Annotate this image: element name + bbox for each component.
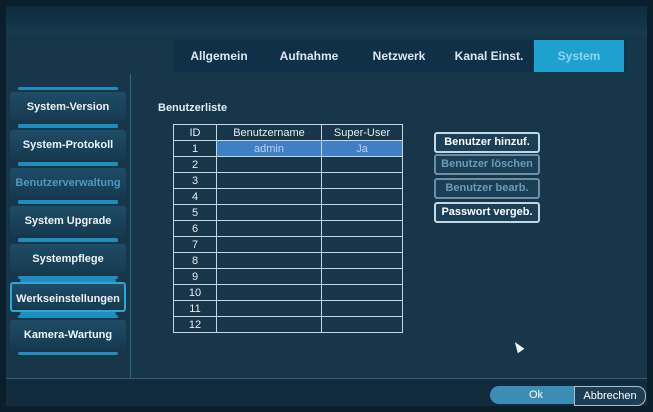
table-row[interactable]: 3 <box>173 172 403 189</box>
tab-netzwerk[interactable]: Netzwerk <box>354 40 444 72</box>
cell-id: 10 <box>173 284 217 301</box>
cell-super-user <box>321 220 403 237</box>
table-row[interactable]: 9 <box>173 268 403 285</box>
table-row[interactable]: 11 <box>173 300 403 317</box>
cell-super-user <box>321 204 403 221</box>
cell-username <box>216 300 322 317</box>
cancel-button[interactable]: Abbrechen <box>574 386 646 406</box>
cell-username <box>216 252 322 269</box>
user-list-title: Benutzerliste <box>158 102 228 114</box>
table-header-row: ID Benutzername Super-User <box>173 124 403 141</box>
cell-username <box>216 316 322 333</box>
cell-id: 8 <box>173 252 217 269</box>
sidebar-item-systempflege[interactable]: Systempflege <box>10 239 126 279</box>
cell-super-user: Ja <box>321 140 403 157</box>
user-table: ID Benutzername Super-User 1 admin Ja 2 3 … <box>173 124 403 333</box>
cell-id: 6 <box>173 220 217 237</box>
table-row[interactable]: 8 <box>173 252 403 269</box>
table-row[interactable]: 7 <box>173 236 403 253</box>
sidebar-item-werkseinstellungen[interactable]: Werkseinstellungen <box>10 279 126 315</box>
cell-super-user <box>321 300 403 317</box>
table-row[interactable]: 10 <box>173 284 403 301</box>
cell-id: 7 <box>173 236 217 253</box>
cell-username <box>216 172 322 189</box>
cell-id: 11 <box>173 300 217 317</box>
cell-username <box>216 284 322 301</box>
cell-id: 1 <box>173 140 217 157</box>
tab-aufnahme[interactable]: Aufnahme <box>264 40 354 72</box>
cell-super-user <box>321 284 403 301</box>
delete-user-button[interactable]: Benutzer löschen <box>434 154 540 175</box>
table-row[interactable]: 12 <box>173 316 403 333</box>
column-header-super-user: Super-User <box>321 124 403 141</box>
add-user-button[interactable]: Benutzer hinzuf. <box>434 132 540 153</box>
edit-user-button[interactable]: Benutzer bearb. <box>434 178 540 199</box>
sidebar-item-system-version[interactable]: System-Version <box>10 87 126 127</box>
column-header-id: ID <box>173 124 217 141</box>
table-row[interactable]: 6 <box>173 220 403 237</box>
column-header-username: Benutzername <box>216 124 322 141</box>
cell-id: 12 <box>173 316 217 333</box>
table-row[interactable]: 4 <box>173 188 403 205</box>
tab-allgemein[interactable]: Allgemein <box>174 40 264 72</box>
cell-username <box>216 236 322 253</box>
tab-kanal-einst[interactable]: Kanal Einst. <box>444 40 534 72</box>
cell-id: 9 <box>173 268 217 285</box>
mouse-cursor-icon <box>511 339 525 354</box>
cell-super-user <box>321 268 403 285</box>
ok-button[interactable]: Ok <box>490 386 582 404</box>
title-band <box>6 6 647 34</box>
cell-username <box>216 268 322 285</box>
cell-username <box>216 204 322 221</box>
cell-super-user <box>321 172 403 189</box>
sidebar: System-Version System-Protokoll Benutzer… <box>6 74 131 378</box>
tab-bar: Allgemein Aufnahme Netzwerk Kanal Einst.… <box>174 40 626 72</box>
tab-system[interactable]: System <box>534 40 624 72</box>
dialog-window: Allgemein Aufnahme Netzwerk Kanal Einst.… <box>6 6 647 406</box>
sidebar-item-benutzerverwaltung[interactable]: Benutzerverwaltung <box>10 163 126 203</box>
cell-super-user <box>321 236 403 253</box>
cell-super-user <box>321 188 403 205</box>
cell-username: admin <box>216 140 322 157</box>
table-row[interactable]: 1 admin Ja <box>173 140 403 157</box>
sidebar-item-system-upgrade[interactable]: System Upgrade <box>10 201 126 241</box>
table-row[interactable]: 2 <box>173 156 403 173</box>
sidebar-item-system-protokoll[interactable]: System-Protokoll <box>10 125 126 165</box>
cell-super-user <box>321 252 403 269</box>
cell-username <box>216 188 322 205</box>
set-password-button[interactable]: Passwort vergeb. <box>434 202 540 223</box>
cell-username <box>216 220 322 237</box>
table-row[interactable]: 5 <box>173 204 403 221</box>
cell-id: 2 <box>173 156 217 173</box>
cell-super-user <box>321 156 403 173</box>
cell-id: 5 <box>173 204 217 221</box>
cell-id: 3 <box>173 172 217 189</box>
cell-username <box>216 156 322 173</box>
sidebar-item-kamera-wartung[interactable]: Kamera-Wartung <box>10 315 126 355</box>
cell-super-user <box>321 316 403 333</box>
cell-id: 4 <box>173 188 217 205</box>
